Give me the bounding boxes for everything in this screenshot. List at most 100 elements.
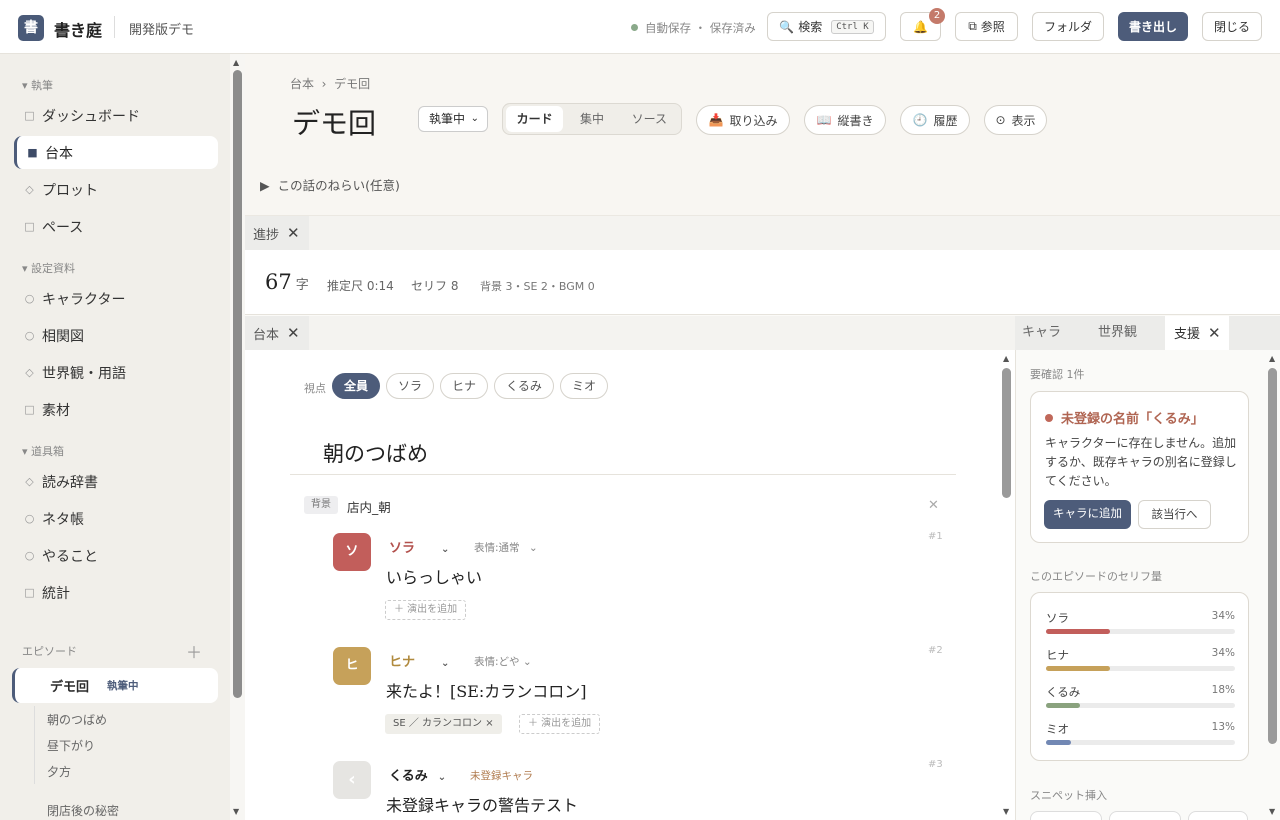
aims-toggle[interactable]: ▶ この話のねらい(任意) [260,175,400,194]
close-button[interactable]: 閉じる [1202,12,1262,41]
character-name[interactable]: ヒナ ⌄ [389,651,449,670]
sidebar-item-stats[interactable]: □ 統計 [14,576,218,609]
avatar: ソ [333,533,371,571]
add-direction-button[interactable]: ＋ 演出を追加 [385,600,467,620]
dialogue-stats-card: ソラ 34% ヒナ 34% くるみ 18% ミオ 13% [1030,592,1249,761]
add-episode-icon[interactable]: ＋ [186,639,202,663]
vertical-writing-button[interactable]: 📖 縦書き [804,105,886,135]
pov-chip[interactable]: ソラ [386,373,434,399]
dialogue-text[interactable]: 未登録キャラの警告テスト [386,792,578,816]
import-button[interactable]: 📥 取り込み [696,105,790,135]
circle-icon: ○ [24,512,35,525]
chevron-down-icon: ⌄ [441,658,450,669]
goto-line-button[interactable]: 該当行へ [1138,500,1211,529]
duration-stat: 推定尺 0:14 [327,279,394,293]
sidebar-item-pace[interactable]: □ ペース [14,210,218,243]
scene-item[interactable]: 朝のつばめ [47,711,107,728]
square-icon: □ [24,403,35,416]
tab-characters[interactable]: キャラ [1022,316,1061,350]
view-source[interactable]: ソース [621,106,678,132]
sidebar-item-world[interactable]: ◇ 世界観・用語 [14,356,218,389]
clock-icon: 🕘 [912,113,928,127]
snippet-button[interactable] [1188,811,1248,820]
circle-icon: ○ [24,329,35,342]
square-icon: □ [24,586,35,599]
sidebar-item-materials[interactable]: □ 素材 [14,393,218,426]
sidebar-item-script[interactable]: ■ 台本 [14,136,218,169]
view-card[interactable]: カード [506,106,564,132]
sidebar-item-relations[interactable]: ○ 相関図 [14,319,218,352]
warning-body: キャラクターに存在しません。追加するか、既存キャラの別名に登録してください。 [1045,436,1237,488]
pov-chip[interactable]: ミオ [560,373,608,399]
export-button[interactable]: 書き出し [1118,12,1188,41]
caret-right-icon: ▶ [260,178,270,193]
close-icon[interactable]: ✕ [1208,324,1221,342]
tab-script[interactable]: 台本 ✕ [245,316,309,350]
folder-button[interactable]: フォルダ [1032,12,1104,41]
close-icon[interactable]: ✕ [287,224,300,242]
scene-title[interactable]: 朝のつばめ [323,438,428,468]
sidebar-item-todo[interactable]: ○ やること [14,539,218,572]
dialogue-text[interactable]: 来たよ！[SE:カランコロン] [386,678,587,702]
history-button[interactable]: 🕘 履歴 [900,105,970,135]
view-focus[interactable]: 集中 [563,106,620,132]
warning-card: 未登録の名前「くるみ」 キャラクターに存在しません。追加するか、既存キャラの別名… [1030,391,1249,543]
tab-world[interactable]: 世界観 [1098,316,1137,350]
sidebar-item-dashboard[interactable]: □ ダッシュボード [14,99,218,132]
episode-item[interactable]: 閉店後の秘密 [47,802,119,819]
current-episode[interactable]: デモ回 執筆中 [12,668,218,703]
copy-icon: ⧉ [968,19,977,33]
tab-progress[interactable]: 進捗 ✕ [245,216,309,250]
dialogue-text[interactable]: いらっしゃい [386,564,482,588]
character-name[interactable]: ソラ ⌄ [389,537,449,556]
snippet-button[interactable] [1030,811,1102,820]
sidebar-item-plot[interactable]: ◇ プロット [14,173,218,206]
expression-select[interactable]: 表情:通常 ⌄ [474,540,538,555]
main-header: 台本 › デモ回 デモ回 執筆中 ⌄ カード 集中 ソース 📥 取り込み 📖 縦書き … [245,54,1280,216]
lines-stat: セリフ 8 [411,279,459,293]
avatar: ヒ [333,647,371,685]
scrollbar-thumb[interactable] [233,70,242,698]
square-filled-icon: ■ [27,146,38,159]
snippet-button[interactable] [1109,811,1181,820]
pov-chip[interactable]: くるみ [494,373,554,399]
search-button[interactable]: 🔍 検索 Ctrl K [767,12,886,41]
script-tabbar [245,316,1015,350]
sidebar-item-characters[interactable]: ○ キャラクター [14,282,218,315]
close-icon[interactable]: ✕ [287,324,300,342]
se-chip[interactable]: SE ／ カランコロン × [385,714,502,734]
snippet-label: スニペット挿入 [1030,789,1107,802]
display-button[interactable]: ⊙ 表示 [984,105,1047,135]
status-select[interactable]: 執筆中 ⌄ [418,106,488,132]
background-value[interactable]: 店内_朝 [347,497,391,516]
sidebar-item-dictionary[interactable]: ◇ 読み辞書 [14,465,218,498]
refer-button[interactable]: ⧉ 参照 [955,12,1018,41]
diamond-icon: ◇ [25,183,34,196]
char-count: 67 字 [265,270,309,294]
character-name[interactable]: くるみ ⌄ [389,765,446,784]
scene-item[interactable]: 昼下がり [47,737,95,754]
scene-item[interactable]: 夕方 [47,763,71,780]
section-settings: ▾ 設定資料 [22,262,76,275]
stat-bar-fill [1046,740,1071,745]
tab-support[interactable]: 支援 ✕ [1165,316,1229,350]
app-logo: 書 [18,15,44,41]
stat-bar [1046,703,1235,708]
remove-icon[interactable]: ✕ [928,498,939,513]
add-direction-button[interactable]: ＋ 演出を追加 [519,714,601,734]
stat-bar-fill [1046,666,1111,671]
pov-chip[interactable]: ヒナ [440,373,488,399]
section-tools: ▾ 道具箱 [22,445,65,458]
sidebar-scrollbar[interactable]: ▲ ▼ [230,54,245,820]
add-character-button[interactable]: キャラに追加 [1044,500,1131,529]
stat-row: ソラ 34% [1046,610,1235,634]
divider [114,16,115,38]
stat-bar [1046,666,1235,671]
sidebar-item-ideas[interactable]: ○ ネタ帳 [14,502,218,535]
scrollbar-thumb[interactable] [1002,368,1011,498]
divider [290,474,956,475]
pov-chip-all[interactable]: 全員 [332,373,380,399]
scrollbar-thumb[interactable] [1268,368,1277,744]
search-shortcut: Ctrl K [831,19,874,34]
expression-select[interactable]: 表情:どや ⌄ [474,654,532,669]
